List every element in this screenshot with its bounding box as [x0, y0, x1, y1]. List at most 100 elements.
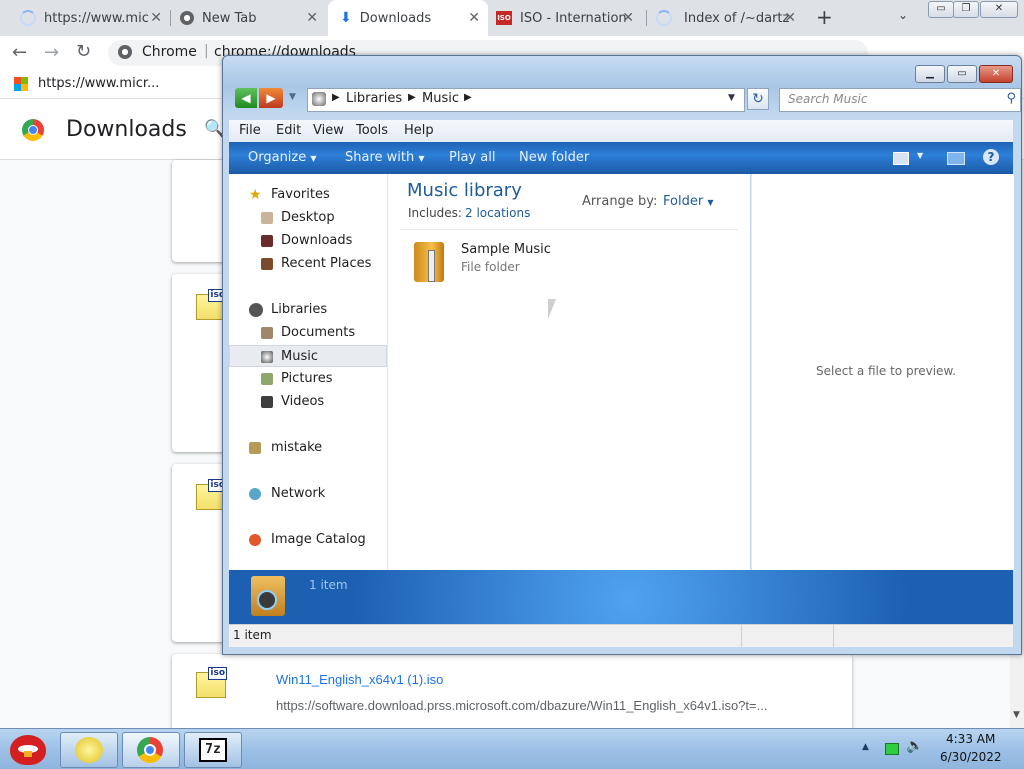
download-file-link[interactable]: Win11_English_x64v1 (1).iso	[276, 672, 443, 687]
nav-libraries[interactable]: Libraries	[229, 299, 387, 321]
nav-desktop[interactable]: Desktop	[229, 207, 387, 229]
close-icon[interactable]: ✕	[150, 10, 162, 26]
tab-downloads[interactable]: ⬇ Downloads ✕	[328, 0, 488, 36]
network-status-icon[interactable]	[885, 743, 899, 755]
scroll-down-icon[interactable]: ▼	[1013, 710, 1020, 720]
share-with-button[interactable]: Share with ▼	[345, 150, 425, 165]
back-icon[interactable]: ←	[12, 42, 27, 63]
close-icon[interactable]: ✕	[306, 10, 318, 26]
forward-icon[interactable]: ▶	[259, 88, 283, 108]
pictures-icon	[261, 373, 273, 385]
bookmark-link[interactable]: https://www.micr...	[38, 76, 159, 91]
homegroup-icon	[249, 442, 261, 454]
omnibox-chip: Chrome	[142, 44, 197, 60]
preview-message: Select a file to preview.	[816, 364, 956, 378]
recent-pages-icon[interactable]: ▼	[289, 92, 296, 102]
nav-documents[interactable]: Documents	[229, 322, 387, 344]
library-includes: Includes:	[408, 206, 462, 220]
menu-help[interactable]: Help	[404, 123, 434, 138]
tab-iso[interactable]: ISO ISO - Internation ✕	[496, 0, 642, 36]
taskbar-explorer-button[interactable]	[60, 732, 118, 768]
breadcrumb-arrow-icon[interactable]: ▶	[464, 92, 472, 103]
organize-button[interactable]: Organize ▼	[248, 150, 317, 165]
nav-image-catalog[interactable]: Image Catalog	[229, 529, 387, 551]
menu-view[interactable]: View	[313, 123, 344, 138]
close-icon[interactable]: ✕	[784, 10, 796, 26]
menu-file[interactable]: File	[239, 123, 261, 138]
tab-new-tab[interactable]: New Tab ✕	[180, 0, 326, 36]
maximize-button[interactable]: ▭	[947, 65, 977, 83]
menu-tools[interactable]: Tools	[356, 123, 388, 138]
folder-name: Sample Music	[461, 242, 551, 257]
start-button[interactable]	[6, 731, 50, 767]
recent-places-icon	[261, 258, 273, 270]
forward-icon[interactable]: →	[44, 42, 59, 63]
maximize-button[interactable]: ❐	[953, 1, 979, 18]
volume-icon[interactable]: 🔈	[906, 738, 923, 754]
tab-title: ISO - Internation	[520, 10, 627, 26]
preview-pane: Select a file to preview.	[751, 174, 1014, 570]
address-dropdown-icon[interactable]: ▼	[728, 93, 735, 103]
close-button[interactable]: ✕	[979, 65, 1013, 83]
command-bar: Organize ▼ Share with ▼ Play all New fol…	[229, 142, 1013, 174]
new-folder-button[interactable]: New folder	[519, 150, 589, 165]
7zip-app-icon: 7z	[199, 738, 227, 762]
divider: |	[204, 43, 209, 59]
minimize-button[interactable]: ▁	[915, 65, 945, 83]
nav-homegroup[interactable]: mistake	[229, 437, 387, 459]
reload-icon[interactable]: ↻	[76, 41, 91, 62]
close-icon[interactable]: ✕	[468, 10, 480, 26]
nav-downloads[interactable]: Downloads	[229, 230, 387, 252]
details-count: 1 item	[309, 578, 348, 592]
folder-item[interactable]: Sample Music File folder	[408, 238, 728, 288]
close-button[interactable]: ✕	[980, 1, 1018, 18]
nav-network[interactable]: Network	[229, 483, 387, 505]
arrange-label: Arrange by:	[582, 194, 658, 209]
tab-title: Index of /~dartz	[684, 10, 790, 26]
mouse-cursor-icon	[548, 299, 564, 319]
search-input[interactable]: Search Music ⚲	[779, 88, 1021, 112]
tab-microsoft[interactable]: https://www.mic ✕	[20, 0, 170, 36]
taskbar-chrome-button[interactable]	[122, 732, 180, 768]
search-icon[interactable]: ⚲	[1006, 91, 1016, 106]
nav-recent-places[interactable]: Recent Places	[229, 253, 387, 275]
refresh-icon[interactable]: ↻	[747, 88, 769, 110]
explorer-app-icon	[75, 737, 103, 763]
play-all-button[interactable]: Play all	[449, 150, 495, 165]
taskbar-7zip-button[interactable]: 7z	[184, 732, 242, 768]
clock-date[interactable]: 6/30/2022	[940, 750, 1002, 764]
folder-type: File folder	[461, 260, 520, 274]
navigation-row: ◀ ▶ ▼ ▶ Libraries ▶ Music ▶ ▼ ↻ Search M…	[231, 86, 1021, 114]
menu-edit[interactable]: Edit	[276, 123, 301, 138]
nav-videos[interactable]: Videos	[229, 391, 387, 413]
tab-search-icon[interactable]: ⌄	[898, 8, 908, 22]
nav-favorites[interactable]: ★ Favorites	[229, 184, 387, 206]
view-dropdown-icon[interactable]: ▼	[917, 151, 923, 160]
view-options-icon[interactable]	[893, 152, 909, 165]
address-bar[interactable]: ▶ Libraries ▶ Music ▶ ▼	[307, 88, 745, 112]
close-icon[interactable]: ✕	[622, 10, 634, 26]
iso-favicon-icon: ISO	[496, 11, 512, 25]
back-icon[interactable]: ◀	[235, 88, 257, 108]
breadcrumb-arrow-icon[interactable]: ▶	[408, 92, 416, 103]
nav-pictures[interactable]: Pictures	[229, 368, 387, 390]
clock-time[interactable]: 4:33 AM	[946, 732, 995, 746]
chrome-app-icon	[137, 737, 163, 763]
new-tab-button[interactable]: +	[816, 5, 833, 29]
search-placeholder: Search Music	[788, 92, 868, 106]
videos-icon	[261, 396, 273, 408]
breadcrumb-arrow-icon[interactable]: ▶	[332, 92, 340, 103]
status-text: 1 item	[233, 628, 272, 642]
nav-music[interactable]: Music	[229, 345, 387, 367]
tab-index[interactable]: Index of /~dartz ✕	[656, 0, 804, 36]
minimize-button[interactable]: ▭	[928, 1, 954, 18]
library-locations-link[interactable]: 2 locations	[465, 206, 530, 220]
arrange-dropdown[interactable]: Folder ▼	[663, 194, 713, 209]
show-hidden-icons[interactable]: ▲	[862, 742, 869, 752]
preview-pane-icon[interactable]	[947, 152, 965, 165]
tab-title: Downloads	[359, 10, 432, 26]
network-icon	[249, 488, 261, 500]
help-icon[interactable]: ?	[983, 149, 999, 165]
breadcrumb-libraries[interactable]: Libraries	[346, 91, 402, 106]
breadcrumb-music[interactable]: Music	[422, 91, 459, 106]
